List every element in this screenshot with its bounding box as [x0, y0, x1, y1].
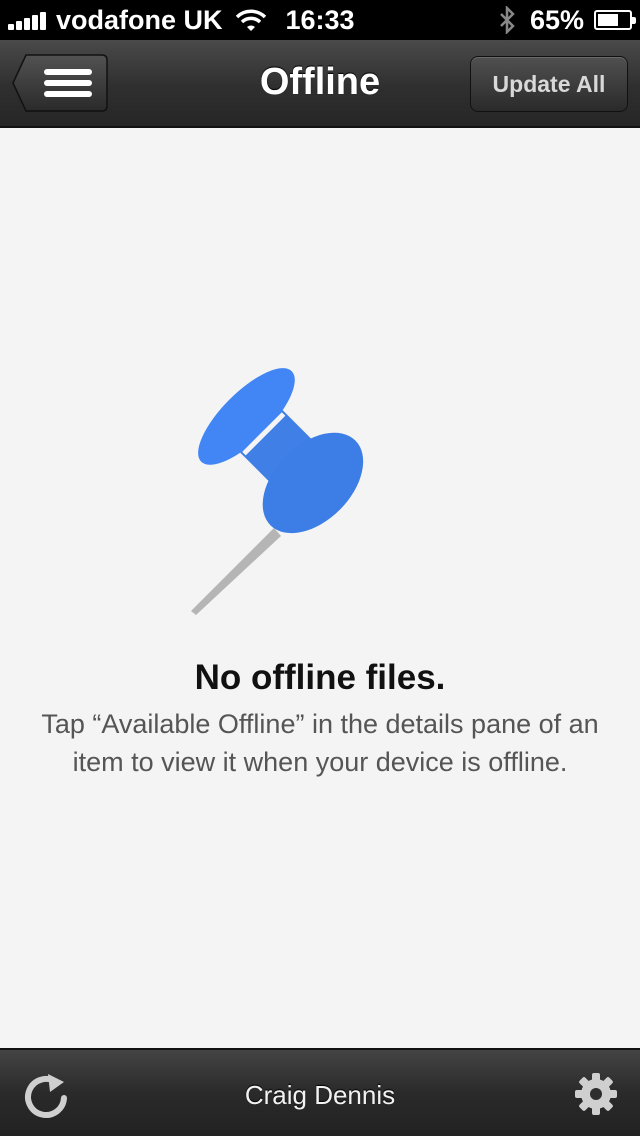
battery-icon: [594, 10, 636, 30]
status-bar: vodafone UK 16:33 65%: [0, 0, 640, 40]
account-name: Craig Dennis: [244, 1080, 396, 1110]
bottom-toolbar: Craig Dennis: [0, 1048, 640, 1136]
empty-state-message: Tap “Available Offline” in the details p…: [41, 709, 599, 777]
bluetooth-icon: [500, 6, 515, 34]
pushpin-icon: [191, 368, 364, 615]
app-screen: vodafone UK 16:33 65% Offline Update All…: [0, 0, 640, 1136]
battery-percent: 65%: [529, 4, 584, 35]
empty-state-title: No offline files.: [194, 658, 446, 697]
navigation-bar: Offline Update All: [0, 40, 640, 128]
settings-button[interactable]: [574, 1072, 618, 1116]
gear-icon: [575, 1073, 617, 1115]
update-all-button[interactable]: Update All: [470, 56, 628, 112]
